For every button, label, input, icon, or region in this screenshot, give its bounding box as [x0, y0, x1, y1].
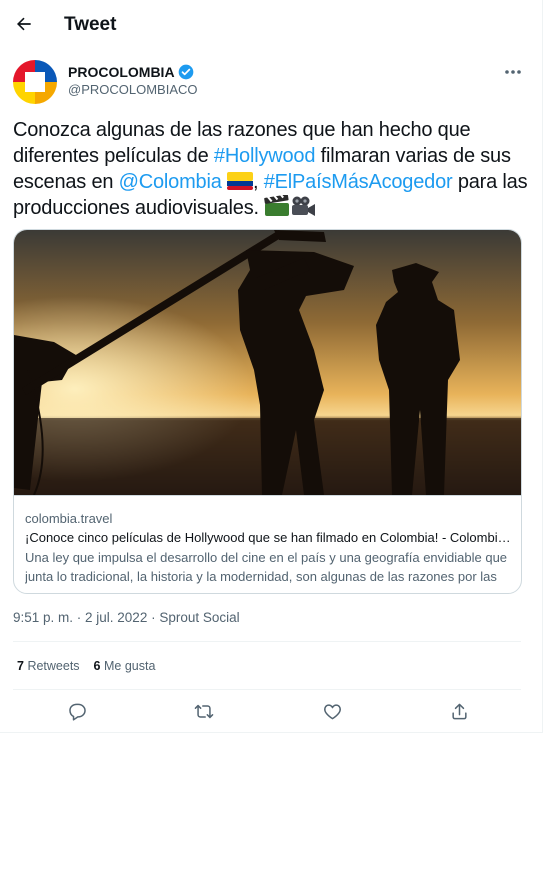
retweets-label: Retweets [27, 659, 80, 673]
movie-camera-icon [292, 196, 316, 216]
retweets-count: 7 [17, 659, 24, 673]
meta-separator: · [147, 610, 160, 625]
retweet-icon [194, 704, 214, 718]
like-button[interactable] [317, 696, 347, 726]
verified-badge-icon [178, 64, 193, 80]
tweet-column: Tweet PROCOLOMBIA @PROCOLOMBIACO Conozca… [0, 0, 543, 733]
author-display-name: PROCOLOMBIA [68, 64, 175, 80]
likes-stat[interactable]: 6 Me gusta [94, 659, 156, 673]
likes-label: Me gusta [103, 659, 156, 673]
avatar[interactable] [13, 60, 57, 104]
reply-button[interactable] [62, 696, 92, 726]
share-button[interactable] [444, 696, 474, 726]
card-domain: colombia.travel [25, 511, 113, 526]
timestamp-link[interactable]: 9:51 p. m. · 2 jul. 2022 [13, 610, 147, 625]
back-arrow-icon [17, 17, 31, 31]
hashtag-elpaismasacogedor[interactable]: #ElPaísMásAcogedor [264, 171, 453, 193]
card-title: ¡Conoce cinco películas de Hollywood que… [25, 530, 511, 545]
retweets-stat[interactable]: 7 Retweets [17, 659, 80, 673]
mention-colombia[interactable]: @Colombia [119, 171, 222, 193]
divider [13, 689, 521, 690]
tweet-text-part: , [253, 171, 264, 193]
procolombia-logo [13, 60, 57, 104]
hashtag-hollywood[interactable]: #Hollywood [214, 145, 316, 167]
like-icon [323, 703, 341, 719]
tweet-meta: 9:51 p. m. · 2 jul. 2022 · Sprout Social [13, 610, 240, 625]
reply-icon [68, 703, 86, 721]
clapper-board-icon [264, 195, 290, 216]
more-button[interactable] [498, 58, 528, 86]
retweet-button[interactable] [189, 696, 219, 726]
tweet-stats: 7 Retweets 6 Me gusta [17, 659, 155, 673]
divider [13, 641, 521, 642]
author-name[interactable]: PROCOLOMBIA [68, 64, 194, 80]
tweet-actions [13, 696, 521, 726]
card-image-film-crew-silhouette [14, 230, 521, 496]
colombia-flag-icon [227, 172, 254, 190]
likes-count: 6 [93, 659, 101, 673]
source-label: Sprout Social [159, 610, 240, 625]
author-handle[interactable]: @PROCOLOMBIACO [68, 82, 198, 97]
more-icon [505, 70, 521, 74]
link-card[interactable]: colombia.travel ¡Conoce cinco películas … [13, 229, 522, 594]
card-description: Una ley que impulsa el desarrollo del ci… [25, 550, 508, 584]
page-title: Tweet [64, 14, 117, 35]
back-button[interactable] [8, 8, 40, 40]
share-icon [451, 703, 467, 719]
header: Tweet [0, 0, 542, 50]
tweet-text: Conozca algunas de las razones que han h… [13, 117, 528, 221]
